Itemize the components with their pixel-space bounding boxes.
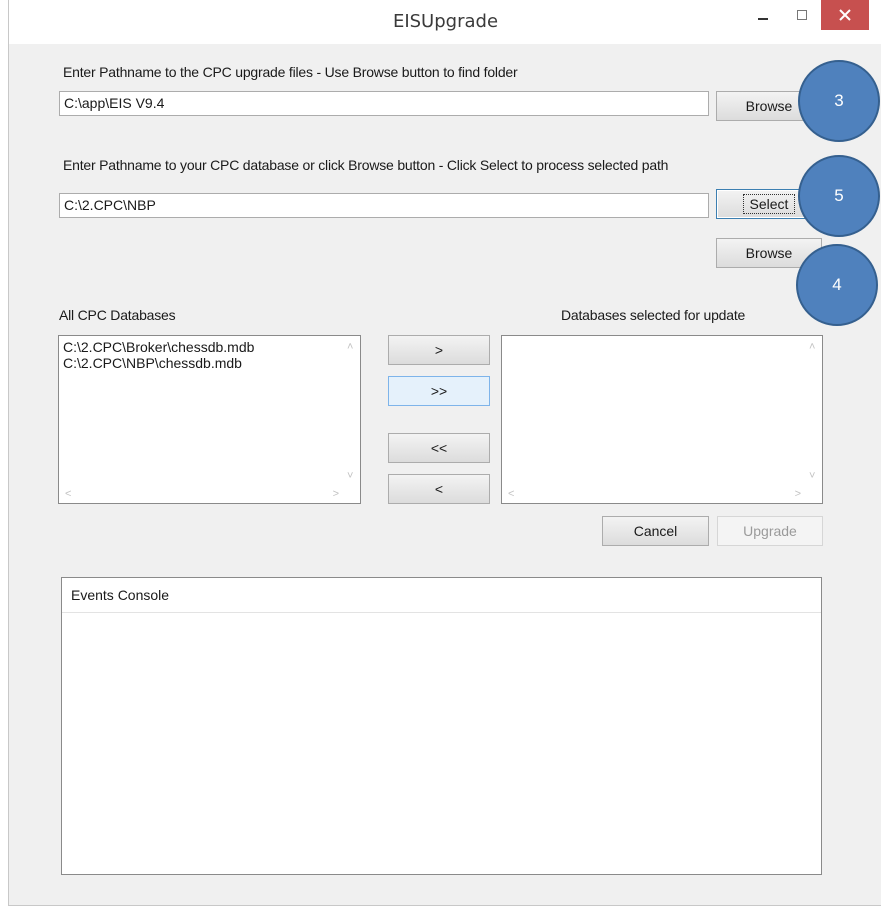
all-databases-label: All CPC Databases bbox=[59, 307, 176, 323]
cancel-button[interactable]: Cancel bbox=[602, 516, 709, 546]
add-selected-button[interactable]: > bbox=[388, 335, 490, 365]
upgrade-path-label: Enter Pathname to the CPC upgrade files … bbox=[63, 64, 518, 80]
scroll-right-icon[interactable]: > bbox=[333, 489, 339, 500]
scroll-left-icon[interactable]: < bbox=[65, 489, 71, 500]
list-item[interactable]: C:\2.CPC\NBP\chessdb.mdb bbox=[59, 355, 360, 371]
scroll-down-icon[interactable]: ˅ bbox=[809, 471, 815, 482]
scroll-left-icon[interactable]: < bbox=[508, 489, 514, 500]
horizontal-scrollbar[interactable]: < > bbox=[502, 486, 805, 503]
remove-selected-button[interactable]: < bbox=[388, 474, 490, 504]
remove-all-button[interactable]: << bbox=[388, 433, 490, 463]
selected-databases-list[interactable]: ˄ ˅ < > bbox=[501, 335, 823, 504]
maximize-icon bbox=[797, 10, 807, 20]
minimize-button[interactable] bbox=[749, 0, 777, 30]
upgrade-path-input[interactable]: C:\app\EIS V9.4 bbox=[59, 91, 709, 116]
scroll-up-icon[interactable]: ˄ bbox=[347, 342, 353, 353]
eis-upgrade-window: EISUpgrade Enter Pathname to the CPC upg… bbox=[8, 0, 881, 906]
events-console-header: Events Console bbox=[62, 578, 821, 613]
title-bar[interactable]: EISUpgrade bbox=[9, 0, 881, 44]
events-console[interactable]: Events Console bbox=[61, 577, 822, 875]
callout-badge-3: 3 bbox=[798, 60, 880, 142]
scroll-right-icon[interactable]: > bbox=[795, 489, 801, 500]
scroll-down-icon[interactable]: ˅ bbox=[347, 471, 353, 482]
minimize-icon bbox=[758, 18, 768, 20]
all-databases-list[interactable]: C:\2.CPC\Broker\chessdb.mdb C:\2.CPC\NBP… bbox=[58, 335, 361, 504]
select-button-label: Select bbox=[742, 194, 796, 214]
vertical-scrollbar[interactable]: ˄ ˅ bbox=[805, 336, 822, 486]
callout-badge-4: 4 bbox=[796, 244, 878, 326]
upgrade-button[interactable]: Upgrade bbox=[717, 516, 823, 546]
add-all-button[interactable]: >> bbox=[388, 376, 490, 406]
database-path-label: Enter Pathname to your CPC database or c… bbox=[63, 157, 669, 173]
close-icon bbox=[839, 9, 851, 21]
horizontal-scrollbar[interactable]: < > bbox=[59, 486, 343, 503]
database-path-input[interactable]: C:\2.CPC\NBP bbox=[59, 193, 709, 218]
callout-badge-5: 5 bbox=[798, 155, 880, 237]
all-databases-items: C:\2.CPC\Broker\chessdb.mdb C:\2.CPC\NBP… bbox=[59, 336, 360, 371]
maximize-button[interactable] bbox=[787, 0, 817, 30]
list-item[interactable]: C:\2.CPC\Broker\chessdb.mdb bbox=[59, 339, 360, 355]
close-button[interactable] bbox=[821, 0, 869, 30]
selected-databases-label: Databases selected for update bbox=[561, 307, 746, 323]
scroll-up-icon[interactable]: ˄ bbox=[809, 342, 815, 353]
vertical-scrollbar[interactable]: ˄ ˅ bbox=[343, 336, 360, 486]
